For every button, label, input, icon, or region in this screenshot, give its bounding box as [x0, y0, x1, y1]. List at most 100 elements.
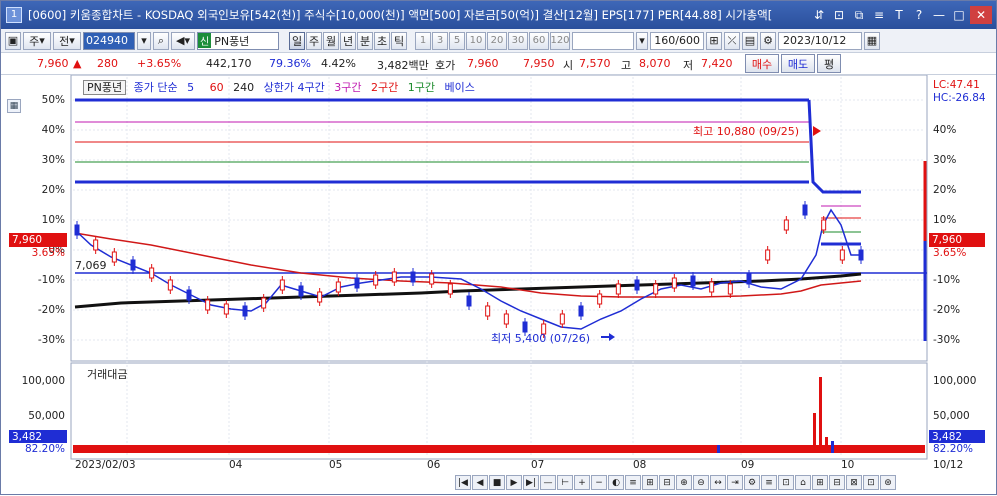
- candle-body: [242, 305, 248, 317]
- chart-control-button[interactable]: ⊡: [863, 475, 879, 490]
- chart-control-button[interactable]: ⊡: [778, 475, 794, 490]
- candle-body: [839, 249, 845, 261]
- chart-control-button[interactable]: ⊞: [812, 475, 828, 490]
- maximize-icon[interactable]: □: [950, 6, 968, 24]
- chart-control-button[interactable]: ⊟: [829, 475, 845, 490]
- link-icon[interactable]: ⊞: [706, 31, 722, 50]
- chart-area[interactable]: PN풍년 종가 단순 5 60 240 상한가 4구간 3구간 2구간 1구간 …: [1, 75, 996, 496]
- minute-tab[interactable]: 120: [550, 31, 570, 50]
- font-size-icon[interactable]: T: [890, 6, 908, 24]
- settings-icon[interactable]: ⚙: [760, 31, 776, 50]
- period-tab[interactable]: 주: [306, 31, 322, 50]
- chart-control-button[interactable]: ⌂: [795, 475, 811, 490]
- period-tab[interactable]: 월: [323, 31, 339, 50]
- minute-tab[interactable]: 3: [432, 31, 448, 50]
- panel-toggle-icon[interactable]: ▣: [5, 31, 21, 50]
- text-icon[interactable]: ≡: [870, 6, 888, 24]
- chart-control-button[interactable]: ≡: [625, 475, 641, 490]
- candle-body: [317, 291, 323, 303]
- trade-amount: 3,482백만: [377, 59, 429, 72]
- volume-value: 442,170: [206, 57, 252, 70]
- minute-tab[interactable]: 60: [529, 31, 549, 50]
- period-tab[interactable]: 일: [289, 31, 305, 50]
- minute-tab[interactable]: 20: [487, 31, 507, 50]
- right-volume-pct: 82.20%: [933, 443, 974, 455]
- market-select[interactable]: 주 ▾: [23, 31, 51, 50]
- chart-control-button[interactable]: —: [540, 475, 556, 490]
- chart-control-button[interactable]: ⊛: [880, 475, 896, 490]
- stock-name-field[interactable]: 신 PN풍년: [197, 31, 279, 50]
- price-chart[interactable]: [1, 75, 996, 496]
- legend-stock-name[interactable]: PN풍년: [83, 80, 127, 95]
- chart-control-button[interactable]: ⊢: [557, 475, 573, 490]
- crosshair-icon[interactable]: ⤫: [724, 31, 740, 50]
- chart-control-button[interactable]: ⊖: [693, 475, 709, 490]
- date-field[interactable]: 2023/10/12: [778, 31, 862, 50]
- chart-control-button[interactable]: ▶|: [523, 475, 539, 490]
- data-count-field[interactable]: 160/600: [650, 31, 704, 50]
- left-axis-tick: -30%: [37, 334, 65, 346]
- period-tab[interactable]: 분: [357, 31, 373, 50]
- title-icons: ⇵ ⊡ ⧉ ≡ T? — □ ✕: [810, 6, 992, 24]
- legend-upper-limit: 상한가 4구간: [263, 81, 325, 94]
- minute-tab[interactable]: 5: [449, 31, 465, 50]
- code-dropdown-icon[interactable]: ▾: [137, 31, 151, 50]
- candle-body: [149, 267, 155, 279]
- copy-icon[interactable]: ⊡: [830, 6, 848, 24]
- stock-name-label: PN풍년: [214, 34, 250, 48]
- help-icon[interactable]: ?: [910, 6, 928, 24]
- minute-tab[interactable]: 30: [508, 31, 528, 50]
- x-axis-label: 09: [741, 459, 755, 471]
- minute-tab[interactable]: 10: [466, 31, 486, 50]
- close-icon[interactable]: ✕: [970, 6, 992, 24]
- chart-control-button[interactable]: ⊞: [642, 475, 658, 490]
- chart-control-button[interactable]: ◐: [608, 475, 624, 490]
- minute-tabs: 1 3 5 10 20 30 60 120: [415, 31, 570, 50]
- chart-control-button[interactable]: |◀: [455, 475, 471, 490]
- chart-control-button[interactable]: ⊠: [846, 475, 862, 490]
- chart-control-button[interactable]: ◀: [472, 475, 488, 490]
- buy-button[interactable]: 매수: [745, 54, 779, 73]
- type-select[interactable]: 전 ▾: [53, 31, 81, 50]
- period-tab[interactable]: 년: [340, 31, 356, 50]
- chart-control-button[interactable]: ↔: [710, 475, 726, 490]
- volume-peak-bar: [819, 377, 822, 453]
- left-axis-tick: -10%: [37, 274, 65, 286]
- price-change: 280: [97, 57, 118, 70]
- minute-tab[interactable]: 1: [415, 31, 431, 50]
- window-number: 1: [6, 7, 22, 23]
- combo-arrow-icon[interactable]: ▾: [636, 31, 648, 50]
- chart-control-button[interactable]: ⊕: [676, 475, 692, 490]
- chart-control-button[interactable]: ▶: [506, 475, 522, 490]
- eval-button[interactable]: 평: [817, 54, 841, 73]
- right-volume-tag: 3,482: [929, 430, 985, 443]
- chart-control-button[interactable]: ⇥: [727, 475, 743, 490]
- chart-control-button[interactable]: ⊟: [659, 475, 675, 490]
- chart-control-button[interactable]: −: [591, 475, 607, 490]
- interval-combo[interactable]: [572, 31, 634, 50]
- period-tab[interactable]: 초: [374, 31, 390, 50]
- stock-code-input[interactable]: 024940: [83, 31, 135, 50]
- link-icon[interactable]: ⇵: [810, 6, 828, 24]
- calendar-icon[interactable]: ▦: [864, 31, 880, 50]
- chart-control-button[interactable]: ■: [489, 475, 505, 490]
- sound-icon[interactable]: ◀▾: [171, 31, 195, 50]
- right-axis-tick: -10%: [933, 274, 961, 286]
- chart-control-button[interactable]: ⚙: [744, 475, 760, 490]
- minimize-icon[interactable]: —: [930, 6, 948, 24]
- chart-control-button[interactable]: ≡: [761, 475, 777, 490]
- left-axis-tick: -20%: [37, 304, 65, 316]
- candle-body: [671, 277, 677, 289]
- period-tab[interactable]: 틱: [391, 31, 407, 50]
- candle-body: [93, 239, 99, 251]
- chart-control-button[interactable]: +: [574, 475, 590, 490]
- candle-body: [410, 271, 416, 283]
- save-icon[interactable]: ▤: [742, 31, 758, 50]
- search-icon[interactable]: ⌕: [153, 31, 169, 50]
- left-volume-tag: 3,482: [9, 430, 67, 443]
- sell-button[interactable]: 매도: [781, 54, 815, 73]
- candle-body: [186, 289, 192, 301]
- open-price: 7,570: [579, 57, 611, 70]
- left-axis-tick: 50%: [41, 94, 65, 106]
- window-icon[interactable]: ⧉: [850, 6, 868, 24]
